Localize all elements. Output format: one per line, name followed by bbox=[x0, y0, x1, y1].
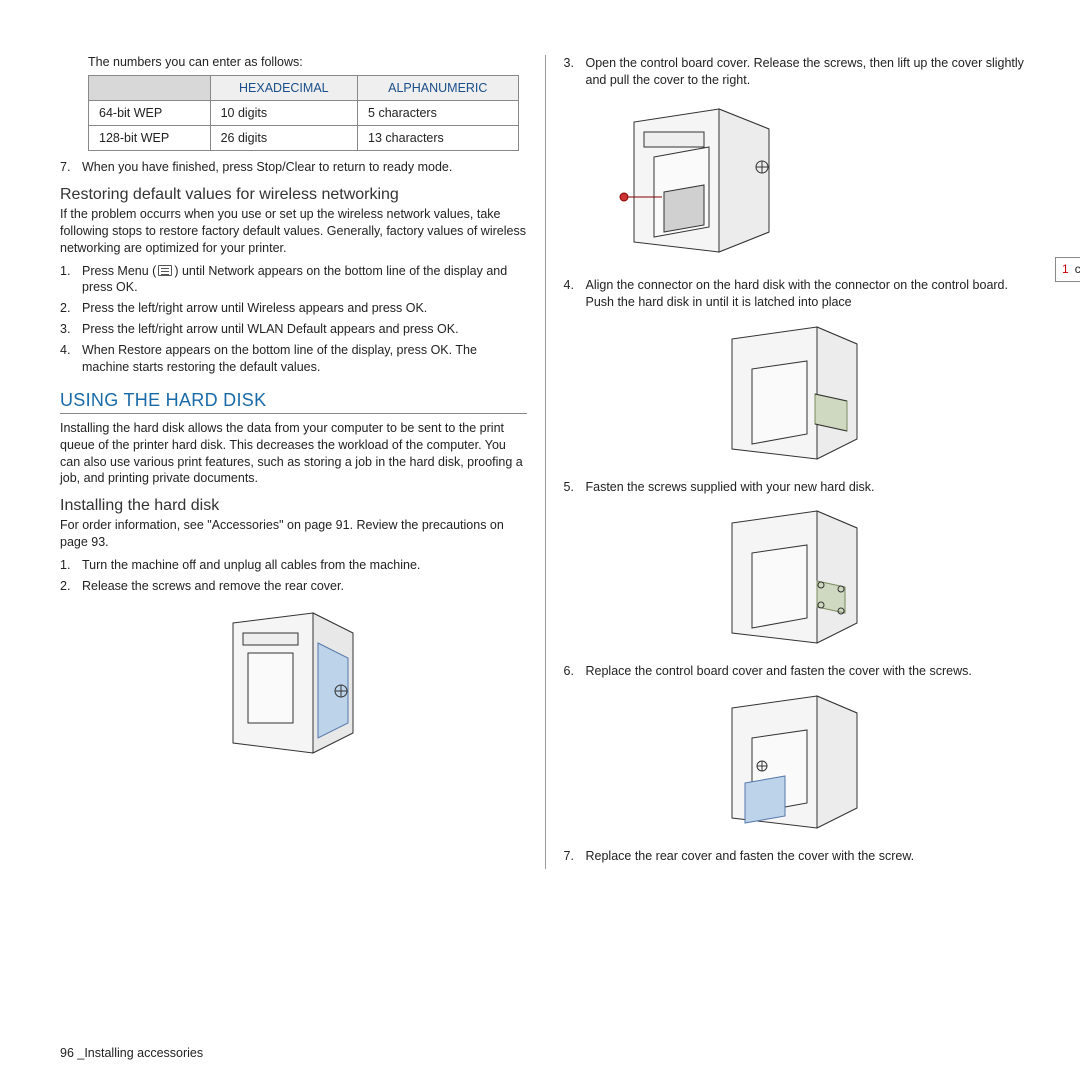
step-text: Press Menu ( bbox=[82, 264, 156, 278]
step-7: When you have finished, press Stop/Clear… bbox=[60, 159, 527, 176]
figure-replace-control-cover bbox=[697, 688, 897, 838]
intro-text: The numbers you can enter as follows: bbox=[88, 55, 527, 69]
table-row: 64-bit WEP 10 digits 5 characters bbox=[89, 101, 519, 126]
restore-step-4: When Restore appears on the bottom line … bbox=[60, 342, 527, 376]
wep-table: HEXADECIMAL ALPHANUMERIC 64-bit WEP 10 d… bbox=[88, 75, 519, 151]
cell-alpha: 13 characters bbox=[358, 126, 518, 151]
install-step-2: Release the screws and remove the rear c… bbox=[60, 578, 527, 595]
install-heading: Installing the hard disk bbox=[60, 497, 527, 515]
figure-align-connector bbox=[697, 319, 897, 469]
restore-body: If the problem occurrs when you use or s… bbox=[60, 206, 527, 257]
install-step-6: Replace the control board cover and fast… bbox=[564, 663, 1031, 680]
install-body: For order information, see "Accessories"… bbox=[60, 517, 527, 551]
page-footer: 96 _Installing accessories bbox=[60, 1046, 203, 1060]
restore-heading: Restoring default values for wireless ne… bbox=[60, 186, 527, 204]
hard-disk-body: Installing the hard disk allows the data… bbox=[60, 420, 527, 488]
install-step-4: Align the connector on the hard disk wit… bbox=[564, 277, 1031, 311]
table-header-alpha: ALPHANUMERIC bbox=[358, 76, 518, 101]
install-step-7: Replace the rear cover and fasten the co… bbox=[564, 848, 1031, 865]
figure-fasten-screws bbox=[697, 503, 897, 653]
table-header-hex: HEXADECIMAL bbox=[210, 76, 357, 101]
callout-text: control board cover bbox=[1075, 262, 1080, 276]
cell-hex: 10 digits bbox=[210, 101, 357, 126]
install-step-5: Fasten the screws supplied with your new… bbox=[564, 479, 1031, 496]
figure-control-board-cover bbox=[604, 97, 804, 267]
cell-alpha: 5 characters bbox=[358, 101, 518, 126]
restore-step-2: Press the left/right arrow until Wireles… bbox=[60, 300, 527, 317]
restore-step-3: Press the left/right arrow until WLAN De… bbox=[60, 321, 527, 338]
cell-hex: 26 digits bbox=[210, 126, 357, 151]
install-step-3: Open the control board cover. Release th… bbox=[564, 55, 1031, 89]
callout-num: 1 bbox=[1062, 262, 1069, 276]
table-row: 128-bit WEP 26 digits 13 characters bbox=[89, 126, 519, 151]
menu-icon bbox=[158, 265, 172, 276]
callout-control-board: 1 control board cover bbox=[1055, 257, 1080, 282]
row-label: 64-bit WEP bbox=[89, 101, 211, 126]
hard-disk-heading: USING THE HARD DISK bbox=[60, 390, 527, 414]
restore-step-1: Press Menu () until Network appears on t… bbox=[60, 263, 527, 297]
install-step-1: Turn the machine off and unplug all cabl… bbox=[60, 557, 527, 574]
figure-rear-cover bbox=[193, 603, 393, 773]
row-label: 128-bit WEP bbox=[89, 126, 211, 151]
